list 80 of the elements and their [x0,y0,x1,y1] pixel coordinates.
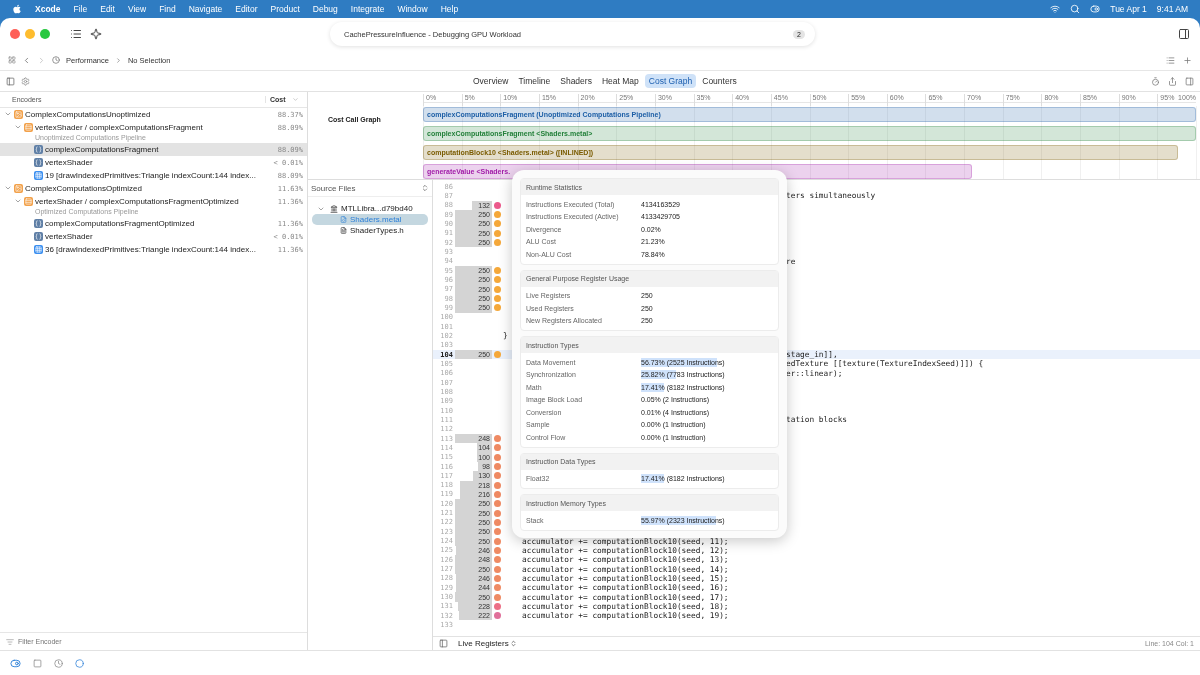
chevron-down-icon[interactable] [291,96,299,103]
image-icon [14,109,23,119]
list-icon[interactable] [70,28,82,40]
braces-icon [34,231,43,241]
file-name: Shaders.metal [350,215,402,224]
toggle-icon[interactable] [1090,4,1101,14]
toggle-icon[interactable] [10,657,21,669]
forward-icon[interactable] [37,55,46,65]
menu-item[interactable]: Product [270,4,300,14]
file-name: MTLLibra...d79bd40 [341,204,413,213]
building-icon [330,204,338,213]
menu-item[interactable]: Editor [235,4,258,14]
item-label: ComplexComputationsUnoptimized [25,109,152,120]
menu-item[interactable]: Xcode [35,4,61,14]
item-label: vertexShader [45,231,94,242]
wifi-icon[interactable] [1050,4,1061,14]
apple-icon[interactable] [12,4,22,14]
menu-time: 9:41 AM [1156,4,1188,14]
square-icon[interactable] [33,658,42,668]
menu-item[interactable]: Window [397,4,428,14]
source-tree-item[interactable]: ShaderTypes.h [312,225,428,236]
clock-icon [52,56,60,64]
rows-icon [24,196,33,206]
item-label: 36 [drawIndexedPrimitives:Triangle indexCount:144 index... [45,244,257,255]
menu-item[interactable]: Debug [312,4,338,14]
tab[interactable]: Heat Map [597,74,643,88]
menu-item[interactable]: File [73,4,88,14]
image-icon [14,183,23,193]
menu-date: Tue Apr 1 [1110,4,1147,14]
rows-icon [24,122,33,132]
tab[interactable]: Shaders [556,74,596,88]
file-icon [340,216,347,223]
lines-icon[interactable] [1166,55,1175,65]
updown-icon [509,640,517,647]
item-label: vertexShader / complexComputationsFragment [35,122,204,133]
grid-icon[interactable] [8,56,16,64]
item-label: ComplexComputationsOptimized [25,183,143,194]
item-label: 19 [drawIndexedPrimitives:Triangle indexCount:144 index... [45,170,257,181]
timer-icon[interactable] [1151,76,1160,86]
source-tree-item[interactable]: MTLLibra...d79bd40 [312,203,428,214]
panel-title: Source Files [311,183,356,193]
braces-icon [34,218,43,228]
tab[interactable]: Counters [698,74,741,88]
settings-icon[interactable] [21,76,30,86]
back-icon[interactable] [22,55,31,65]
item-label: complexComputationsFragment [45,144,160,155]
filter-icon [6,637,14,646]
clock-icon[interactable] [54,658,63,668]
braces-icon [34,157,43,167]
braces-icon [34,144,43,154]
sparkle-icon[interactable] [90,28,102,40]
item-label: vertexShader [45,157,94,168]
tab[interactable]: Timeline [514,74,555,88]
zoom-button[interactable] [40,29,50,39]
menu-item[interactable]: Integrate [350,4,385,14]
circle-icon[interactable] [75,658,84,668]
text-file-icon [340,227,347,234]
item-label: vertexShader / complexComputationsFragmentOptimized [35,196,240,207]
menu-item[interactable]: Edit [100,4,115,14]
metric-selector[interactable]: Live Registers [458,639,517,648]
menu-item[interactable]: Navigate [188,4,223,14]
menu-item[interactable]: Find [159,4,176,14]
close-button[interactable] [10,29,20,39]
grid-icon [34,170,43,180]
sidebar-icon[interactable] [439,639,448,648]
grid-icon [34,244,43,254]
share-icon[interactable] [1168,76,1177,86]
chevron-right-icon [114,56,122,64]
tab[interactable]: Cost Graph [644,74,697,88]
tab[interactable]: Overview [469,74,513,88]
sidebar-icon[interactable] [6,76,15,86]
minimize-button[interactable] [25,29,35,39]
menu-item[interactable]: Help [440,4,459,14]
menu-item[interactable]: View [127,4,147,14]
search-icon[interactable] [1070,4,1081,14]
file-name: ShaderTypes.h [350,226,404,235]
panel-icon[interactable] [1178,28,1190,40]
plus-icon[interactable] [1183,55,1192,65]
updown-icon[interactable] [421,184,429,192]
item-label: complexComputationsFragmentOptimized [45,218,196,229]
